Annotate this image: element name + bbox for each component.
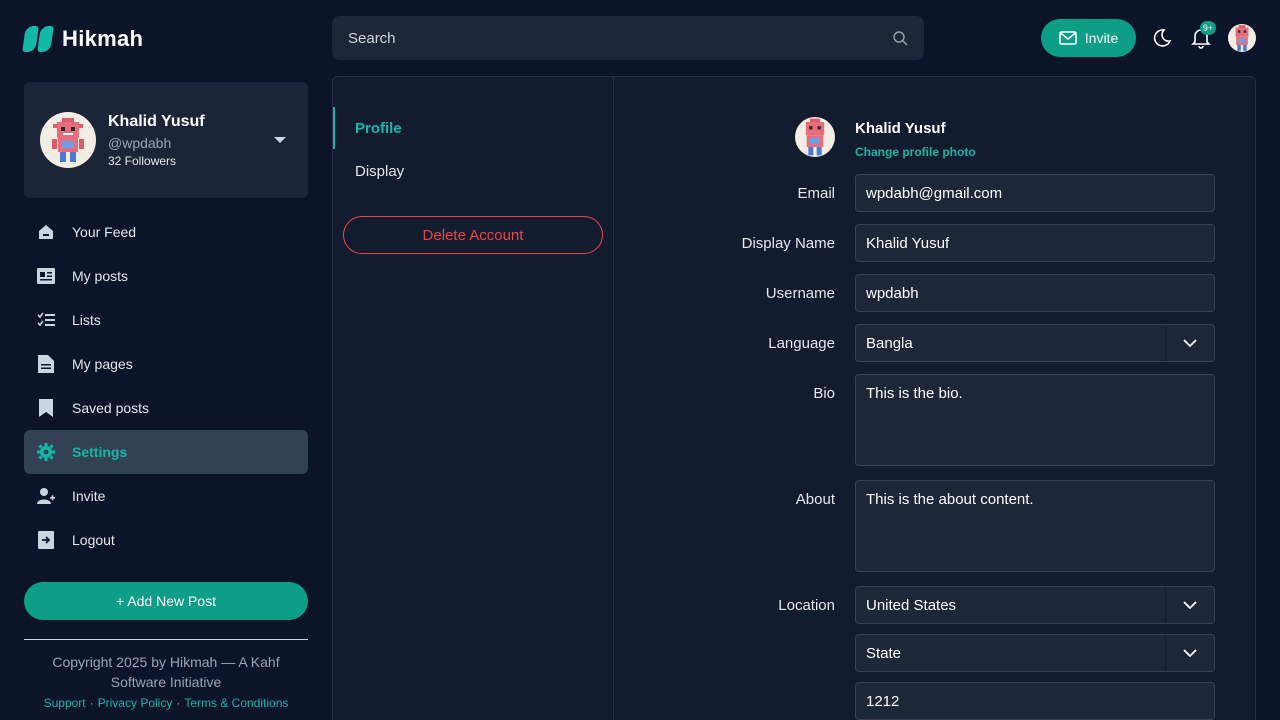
invite-label: Invite — [1084, 30, 1119, 46]
sidebar-item-label: Settings — [72, 444, 128, 460]
sidebar-item-label: My posts — [72, 268, 129, 284]
support-link[interactable]: Support — [44, 696, 86, 710]
language-label: Language — [768, 335, 835, 352]
sidebar-item-invite[interactable]: Invite — [24, 474, 308, 518]
invite-button[interactable]: Invite — [1041, 19, 1136, 57]
terms-link[interactable]: Terms & Conditions — [184, 696, 288, 710]
sidebar-item-lists[interactable]: Lists — [24, 298, 308, 342]
gear-icon — [36, 442, 56, 462]
state-select[interactable]: State — [855, 634, 1215, 672]
display-name-label: Display Name — [741, 235, 835, 252]
sidebar-item-saved-posts[interactable]: Saved posts — [24, 386, 308, 430]
tab-display[interactable]: Display — [333, 150, 613, 192]
sidebar-item-label: Lists — [72, 312, 101, 328]
list-icon — [36, 310, 56, 330]
location-label: Location — [778, 597, 835, 614]
form-profile-name: Khalid Yusuf — [855, 120, 946, 137]
avatar — [40, 112, 96, 168]
profile-followers: 32 Followers — [108, 153, 177, 168]
bio-label: Bio — [813, 385, 835, 402]
sidebar-item-label: Your Feed — [72, 224, 137, 240]
chevron-down-icon — [1165, 587, 1214, 623]
sidebar-item-my-posts[interactable]: My posts — [24, 254, 308, 298]
profile-photo[interactable] — [795, 117, 835, 157]
chevron-down-icon — [1165, 635, 1214, 671]
about-label: About — [795, 491, 835, 508]
search-input[interactable]: Search — [348, 30, 892, 47]
user-avatar[interactable] — [1228, 24, 1256, 52]
bio-textarea[interactable]: This is the bio. — [855, 374, 1215, 466]
add-new-post-button[interactable]: + Add New Post — [24, 582, 308, 620]
logo-icon — [22, 26, 54, 52]
sidebar-item-label: Logout — [72, 532, 115, 548]
footer-links: Support · Privacy Policy · Terms & Condition… — [43, 696, 289, 710]
bookmark-icon — [36, 398, 56, 418]
zip-field[interactable]: 1212 — [855, 682, 1215, 720]
sidebar-item-label: My pages — [72, 356, 133, 372]
brand-name: Hikmah — [62, 26, 144, 51]
mail-icon — [1058, 31, 1077, 45]
sidebar-item-settings[interactable]: Settings — [24, 430, 308, 474]
profile-name: Khalid Yusuf — [108, 112, 205, 130]
posts-icon — [36, 266, 56, 286]
settings-tabs: Profile Display Delete Account — [333, 77, 614, 720]
language-value: Bangla — [866, 334, 913, 352]
tab-profile[interactable]: Profile — [333, 107, 613, 149]
display-name-field[interactable]: Khalid Yusuf — [855, 224, 1215, 262]
search-bar[interactable]: Search — [332, 16, 924, 60]
divider — [24, 639, 308, 640]
sidebar-item-label: Saved posts — [72, 400, 150, 416]
page-icon — [36, 354, 56, 374]
chevron-down-icon — [1165, 325, 1214, 361]
notification-badge: 9+ — [1200, 21, 1216, 35]
language-select[interactable]: Bangla — [855, 324, 1215, 362]
moon-icon[interactable] — [1152, 28, 1172, 48]
copyright-text: Copyright 2025 by Hikmah — A Kahf Softwa… — [52, 654, 280, 690]
username-field[interactable]: wpdabh — [855, 274, 1215, 312]
privacy-policy-link[interactable]: Privacy Policy — [98, 696, 173, 710]
user-plus-icon — [36, 486, 56, 506]
chevron-down-icon[interactable] — [274, 137, 286, 143]
about-textarea[interactable]: This is the about content. — [855, 480, 1215, 572]
settings-panel: Profile Display Delete Account Khalid Yu… — [332, 76, 1256, 720]
profile-card[interactable]: Khalid Yusuf @wpdabh 32 Followers — [24, 82, 308, 198]
brand-logo[interactable]: Hikmah — [22, 26, 144, 52]
sidebar-item-label: Invite — [72, 488, 106, 504]
search-icon[interactable] — [892, 30, 908, 46]
change-photo-link[interactable]: Change profile photo — [855, 145, 976, 159]
sidebar-nav: Your Feed My posts Lists My pages Saved … — [24, 210, 308, 562]
delete-account-button[interactable]: Delete Account — [343, 216, 603, 254]
country-select[interactable]: United States — [855, 586, 1215, 624]
username-label: Username — [765, 285, 835, 302]
country-value: United States — [866, 596, 957, 614]
sidebar-item-my-pages[interactable]: My pages — [24, 342, 308, 386]
email-label: Email — [797, 185, 835, 202]
email-field[interactable]: wpdabh@gmail.com — [855, 174, 1215, 212]
profile-handle: @wpdabh — [108, 134, 172, 151]
logout-icon — [36, 530, 56, 550]
state-value: State — [866, 644, 902, 662]
sidebar-item-your-feed[interactable]: Your Feed — [24, 210, 308, 254]
home-icon — [36, 222, 56, 242]
sidebar-item-logout[interactable]: Logout — [24, 518, 308, 562]
